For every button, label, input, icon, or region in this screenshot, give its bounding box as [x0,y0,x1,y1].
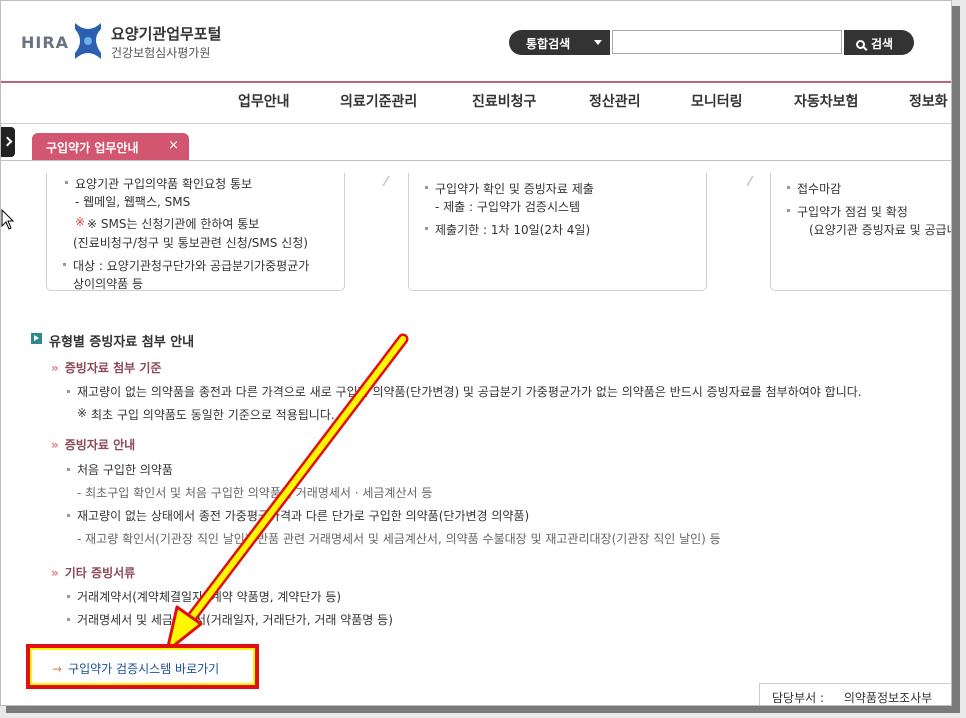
subsection-heading: 증빙자료 안내 [51,436,135,453]
search-scope-select[interactable]: 통합검색 [509,30,610,55]
quick-link-label: 구입약가 검증시스템 바로가기 [68,662,220,676]
divider-mark [746,176,760,186]
nav-item-monitoring[interactable]: 모니터링 [691,91,743,111]
step-text: 요양기관 구입의약품 확인요청 통보 [64,177,253,191]
search-button[interactable]: 검색 [844,30,914,55]
step-text: 대상 : 요양기관청구단가와 공급분기가중평균가 [62,259,310,273]
sidebar-toggle-button[interactable] [1,127,15,157]
subsection-heading: 기타 증빙서류 [51,564,135,581]
guide-text: 최초 구입 의약품도 동일한 기준으로 적용됩니다. [91,408,335,422]
org-name: 건강보험심사평가원 [111,46,211,60]
tab-purchase-price-guide[interactable]: 구입약가 업무안내 × [32,133,189,160]
header-divider [1,81,951,83]
tab-label: 구입약가 업무안내 [46,141,139,155]
mouse-pointer-icon [1,209,15,230]
note-mark: ※ [75,215,86,229]
step-text: 구입약가 확인 및 증빙자료 제출 [425,182,594,196]
browser-viewport: HIRA 요양기관업무포털 건강보험심사평가원 통합검색 검색 업무안내 의료기… [0,0,952,706]
tab-divider [1,160,951,161]
guide-text: 거래명세서 및 세금계산서(거래일자, 거래단가, 거래 약품명 등) [67,613,393,627]
nav-item-settlement[interactable]: 정산관리 [589,91,641,111]
step-note: ※ [75,215,85,229]
arrow-right-icon: → [52,662,63,676]
nav-item-informatization[interactable]: 정보화 [909,91,948,111]
close-icon[interactable]: × [168,138,179,153]
nav-item-medical-standards[interactable]: 의료기준관리 [340,91,417,111]
step-text: - 웹메일, 웹팩스, SMS [75,195,191,209]
nav-divider [1,123,951,124]
nav-item-work-guide[interactable]: 업무안내 [238,91,290,111]
nav-item-auto-insurance[interactable]: 자동차보험 [794,91,858,111]
nav-item-billing[interactable]: 진료비청구 [472,91,536,111]
search-input[interactable] [612,30,842,54]
quick-link-area: → 구입약가 검증시스템 바로가기 [32,650,253,683]
step-text: 상이의약품 등 [73,277,144,291]
note-mark: ※ [77,406,88,420]
caret-down-icon [594,40,602,45]
step-text: 접수마감 [786,182,842,196]
step-text: ※ SMS는 신청기관에 한하여 통보 [87,217,260,231]
section-title: 유형별 증빙자료 첨부 안내 [49,335,195,350]
quick-link-highlight: → 구입약가 검증시스템 바로가기 [26,644,259,689]
step-box-3: 접수마감 구입약가 점검 및 확정 (요양기관 증빙자료 및 공급내역 [770,173,951,291]
divider-mark [382,176,396,186]
section-arrow-icon [31,333,42,344]
step-text: 제출기한 : 1차 10일(2차 4일) [424,223,591,237]
step-text: (요양기관 증빙자료 및 공급내역 [809,223,951,237]
step-text: 구입약가 점검 및 확정 [787,205,908,219]
step-box-1: 요양기관 구입의약품 확인요청 통보 - 웹메일, 웹팩스, SMS ※ ※ S… [46,173,345,291]
department-label: 담당부서 : [772,691,825,705]
guide-text: - 최초구입 확인서 및 처음 구입한 의약품의 거래명세서 · 세금계산서 등 [77,486,433,500]
step-text: (진료비청구/청구 및 통보관련 신청/SMS 신청) [73,236,308,250]
portal-title: 요양기관업무포털 [111,25,222,43]
hira-logo-icon [75,23,101,59]
step-box-2: 구입약가 확인 및 증빙자료 제출 - 제출 : 구입약가 검증시스템 제출기한… [408,173,707,291]
search-button-label: 검색 [871,37,894,51]
subsection-heading: 증빙자료 첨부 기준 [51,359,162,376]
guide-text: 처음 구입한 의약품 [67,463,173,477]
main-navigation: 업무안내 의료기준관리 진료비청구 정산관리 모니터링 자동차보험 정보화 [1,91,951,115]
window-shadow [6,706,960,713]
verification-system-link[interactable]: → 구입약가 검증시스템 바로가기 [52,660,219,677]
guide-text: 재고량이 없는 의약품을 종전과 다른 가격으로 새로 구입한 의약품(단가변경… [67,385,862,399]
department-info: 담당부서 : 의약품정보조사부 [759,683,951,705]
step-text: - 제출 : 구입약가 검증시스템 [435,200,581,214]
guide-text: - 재고량 확인서(기관장 직인 날인), 반품 관련 거래명세서 및 세금계산… [77,532,721,546]
window-shadow [952,6,960,712]
search-icon [856,40,865,49]
search-scope-label: 통합검색 [526,37,571,51]
guide-text: 거래계약서(계약체결일자, 계약 약품명, 계약단가 등) [66,590,342,604]
logo-brand: HIRA [21,33,70,52]
department-value: 의약품정보조사부 [843,691,933,705]
guide-text: 재고량이 없는 상태에서 종전 가중평균가격과 다른 단가로 구입한 의약품(단… [66,509,530,523]
